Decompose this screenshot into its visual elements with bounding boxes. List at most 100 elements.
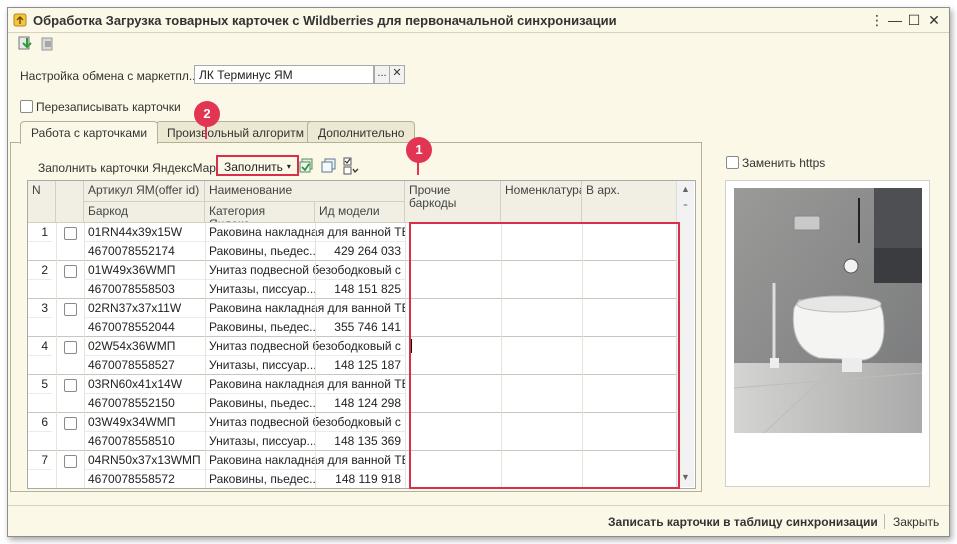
cell-name[interactable]: Раковина накладная для ванной ТЕ...	[205, 223, 405, 242]
cell-article[interactable]: 03RN60x41x14W	[84, 375, 205, 394]
column-line	[205, 223, 206, 488]
row-number: 5	[28, 375, 52, 394]
uncheck-all-icon[interactable]	[320, 158, 336, 174]
cell-article[interactable]: 01W49x36WМП	[84, 261, 205, 280]
row-number: 2	[28, 261, 52, 280]
cell-name[interactable]: Раковина накладная для ванной ТЕ...	[205, 451, 405, 470]
minimize-button[interactable]: —	[886, 11, 904, 29]
col-header-model-id[interactable]: Ид модели	[315, 202, 405, 223]
cell-category[interactable]: Унитазы, писсуар...	[205, 432, 315, 451]
cell-category[interactable]: Раковины, пьедес...	[205, 318, 315, 337]
row-number: 4	[28, 337, 52, 356]
row-number: 7	[28, 451, 52, 470]
row-checkbox[interactable]	[64, 379, 77, 392]
row-checkbox[interactable]	[64, 303, 77, 316]
cell-barcode[interactable]: 4670078558510	[84, 432, 205, 451]
row-number: 6	[28, 413, 52, 432]
cell-barcode[interactable]: 4670078558527	[84, 356, 205, 375]
col-header-other-barcodes[interactable]: Прочие баркоды	[405, 181, 501, 223]
check-all-icon[interactable]	[298, 158, 314, 174]
form-footer: Записать карточки в таблицу синхронизаци…	[8, 505, 949, 536]
column-line	[56, 223, 57, 488]
cell-model-id[interactable]: 429 264 033	[315, 242, 405, 261]
more-icon[interactable]: ⋮	[868, 11, 886, 29]
cell-category[interactable]: Унитазы, писсуар...	[205, 356, 315, 375]
footer-divider	[884, 514, 885, 529]
cell-article[interactable]: 02RN37x37x11W	[84, 299, 205, 318]
cell-barcode[interactable]: 4670078552150	[84, 394, 205, 413]
col-header-barcode[interactable]: Баркод	[84, 202, 205, 223]
col-header-check[interactable]	[56, 181, 84, 223]
cell-article[interactable]: 03W49x34WМП	[84, 413, 205, 432]
exchange-setting-field[interactable]: ЛК Терминус ЯМ	[194, 65, 374, 84]
replace-https-label: Заменить https	[742, 156, 826, 170]
cell-barcode[interactable]: 4670078558503	[84, 280, 205, 299]
col-header-article[interactable]: Артикул ЯМ(offer id)	[84, 181, 205, 202]
cell-barcode[interactable]: 4670078552174	[84, 242, 205, 261]
fill-button[interactable]: Заполнить ▾	[216, 155, 299, 176]
row-checkbox[interactable]	[64, 455, 77, 468]
sort-checks-icon[interactable]	[343, 157, 359, 175]
col-header-n[interactable]: N	[28, 181, 56, 223]
cell-category[interactable]: Раковины, пьедес...	[205, 242, 315, 261]
replace-https-checkbox[interactable]	[726, 156, 739, 169]
cell-category[interactable]: Унитазы, писсуар...	[205, 280, 315, 299]
highlight-box-1	[409, 222, 680, 489]
column-line	[315, 223, 316, 488]
col-header-name[interactable]: Наименование	[205, 181, 405, 202]
cell-model-id[interactable]: 148 124 298	[315, 394, 405, 413]
fill-cards-label: Заполнить карточки ЯндексМаркет	[38, 161, 234, 175]
cell-model-id[interactable]: 148 151 825	[315, 280, 405, 299]
column-line	[405, 223, 406, 488]
cell-name[interactable]: Раковина накладная для ванной ТЕ...	[205, 299, 405, 318]
close-button[interactable]: Закрыть	[893, 515, 939, 529]
row-checkbox[interactable]	[64, 417, 77, 430]
tab-cards[interactable]: Работа с карточками	[20, 121, 159, 144]
cell-name[interactable]: Унитаз подвесной безободковый с ...	[205, 261, 405, 280]
window-title: Обработка Загрузка товарных карточек с W…	[33, 13, 617, 28]
cell-model-id[interactable]: 355 746 141	[315, 318, 405, 337]
callout-badge-1: 1	[406, 137, 432, 175]
row-number: 1	[28, 223, 52, 242]
cell-article[interactable]: 04RN50x37x13WМП	[84, 451, 205, 470]
tab-additional[interactable]: Дополнительно	[307, 121, 416, 143]
overwrite-label: Перезаписывать карточки	[36, 100, 181, 114]
close-window-button[interactable]: ✕	[925, 11, 943, 29]
load-icon[interactable]	[16, 35, 34, 53]
export-icon[interactable]	[38, 35, 56, 53]
cell-category[interactable]: Раковины, пьедес...	[205, 470, 315, 488]
row-checkbox[interactable]	[64, 265, 77, 278]
maximize-button[interactable]: ☐	[905, 11, 923, 29]
cell-model-id[interactable]: 148 135 369	[315, 432, 405, 451]
fill-button-label: Заполнить	[224, 160, 283, 174]
col-header-category[interactable]: Категория Яндекс...	[205, 202, 315, 223]
cell-model-id[interactable]: 148 119 918	[315, 470, 405, 488]
row-checkbox[interactable]	[64, 227, 77, 240]
tab-custom-algorithm[interactable]: Произвольный алгоритм	[156, 121, 315, 143]
callout-badge-2: 2	[194, 101, 220, 139]
exchange-select-button[interactable]: ...	[374, 65, 390, 84]
overwrite-checkbox[interactable]	[20, 100, 33, 113]
cell-barcode[interactable]: 4670078552044	[84, 318, 205, 337]
title-bar: Обработка Загрузка товарных карточек с W…	[8, 8, 949, 33]
exchange-clear-button[interactable]: ✕	[389, 65, 405, 84]
product-image-panel	[725, 180, 930, 487]
cell-article[interactable]: 01RN44x39x15W	[84, 223, 205, 242]
cell-article[interactable]: 02W54x36WМП	[84, 337, 205, 356]
cell-name[interactable]: Унитаз подвесной безободковый с ...	[205, 413, 405, 432]
cell-category[interactable]: Раковины, пьедес...	[205, 394, 315, 413]
processing-icon	[13, 13, 27, 27]
cell-barcode[interactable]: 4670078558572	[84, 470, 205, 488]
scroll-top-icon[interactable]: ⁼	[677, 199, 694, 215]
cell-name[interactable]: Унитаз подвесной безободковый с ...	[205, 337, 405, 356]
dropdown-caret-icon: ▾	[286, 162, 291, 171]
row-checkbox[interactable]	[64, 341, 77, 354]
cell-model-id[interactable]: 148 125 187	[315, 356, 405, 375]
cell-name[interactable]: Раковина накладная для ванной ТЕ...	[205, 375, 405, 394]
write-cards-button[interactable]: Записать карточки в таблицу синхронизаци…	[608, 515, 878, 529]
scroll-up-icon[interactable]: ▲	[677, 181, 694, 197]
row-number: 3	[28, 299, 52, 318]
col-header-nomenclature[interactable]: Номенклатура	[501, 181, 582, 223]
col-header-archive[interactable]: В арх.	[582, 181, 677, 223]
column-line	[84, 223, 85, 488]
